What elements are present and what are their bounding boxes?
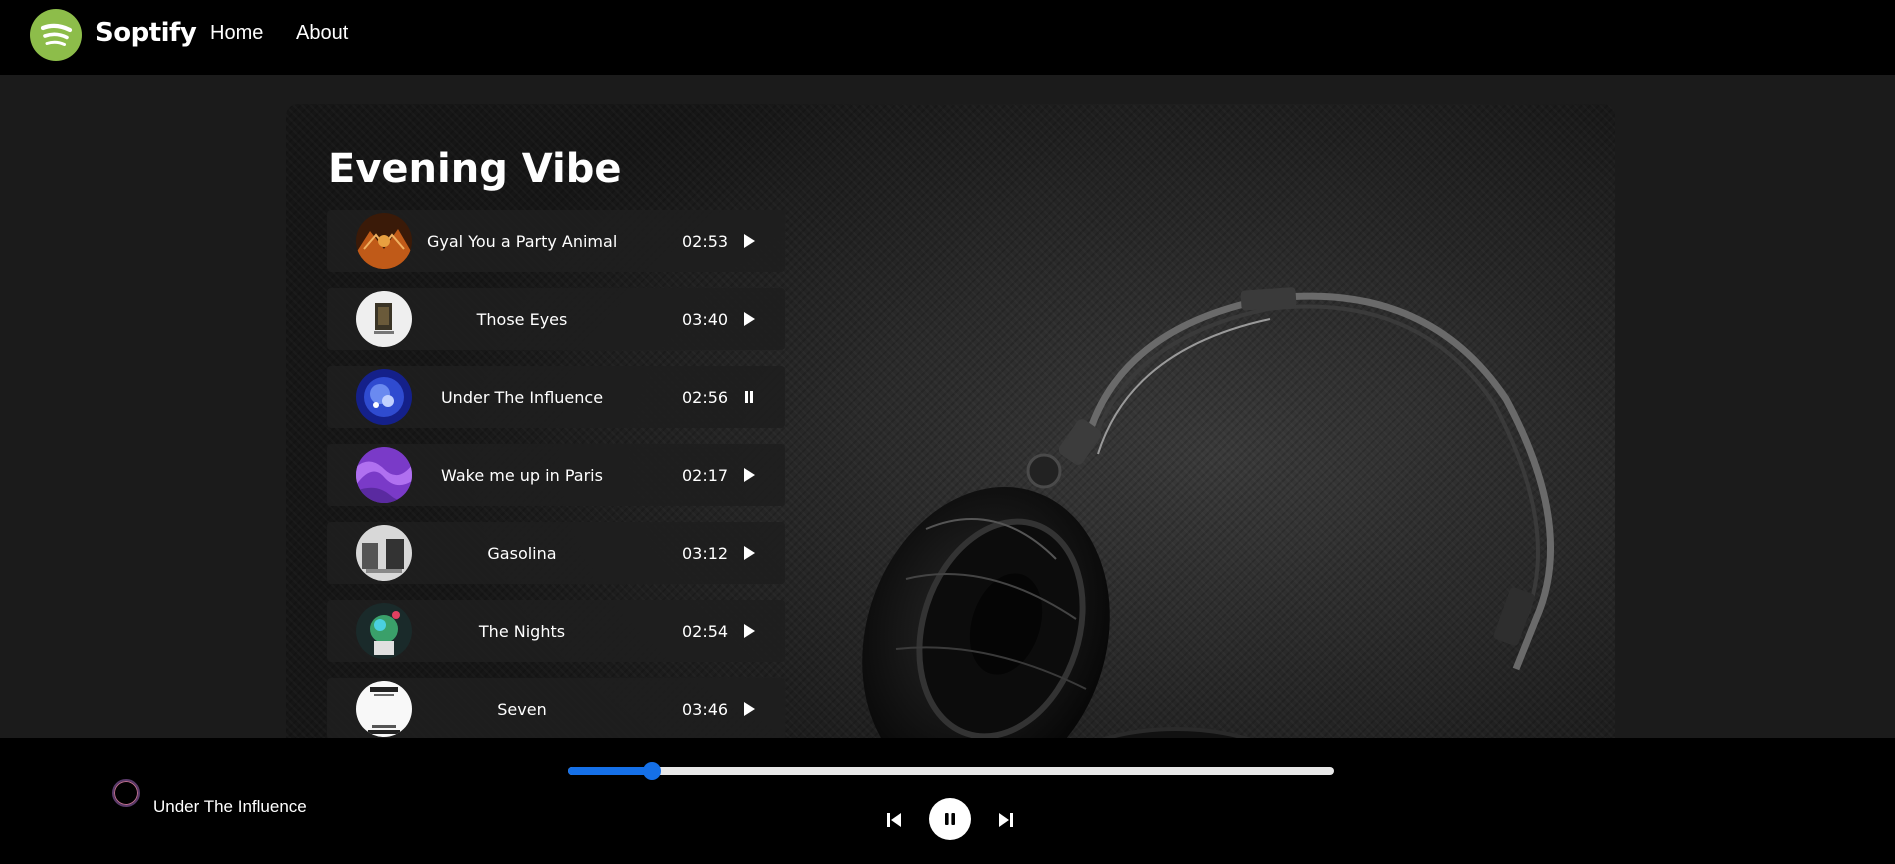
play-icon[interactable] (741, 233, 757, 249)
play-icon[interactable] (741, 311, 757, 327)
progress-thumb[interactable] (643, 762, 662, 780)
headphones-background-image (862, 287, 1555, 744)
play-icon[interactable] (741, 701, 757, 717)
album-cover-image (356, 681, 412, 737)
song-item[interactable]: Seven 03:46 (327, 678, 785, 740)
play-icon[interactable] (741, 545, 757, 561)
song-duration: 02:17 (682, 465, 729, 485)
song-duration: 02:56 (682, 387, 729, 407)
navbar: Soptify Home About (0, 0, 1895, 75)
play-icon[interactable] (741, 467, 757, 483)
skip-previous-icon[interactable] (884, 810, 904, 830)
song-title: Seven (497, 699, 547, 719)
pause-icon (945, 813, 955, 825)
song-item[interactable]: Wake me up in Paris 02:17 (327, 444, 785, 506)
song-title: The Nights (478, 621, 566, 641)
song-title: Under The Influence (440, 387, 604, 407)
album-cover-image (356, 603, 412, 659)
playlist-card: Evening Vibe Gyal You a Party Animal 02:… (286, 104, 1615, 744)
play-pause-button[interactable] (929, 798, 971, 840)
song-duration: 02:53 (682, 231, 729, 251)
nav-about-link[interactable]: About (296, 22, 348, 45)
song-title: Gasolina (487, 543, 557, 563)
brand-name[interactable]: Soptify (95, 18, 197, 48)
song-duration: 03:12 (682, 543, 729, 563)
song-duration: 03:46 (682, 699, 729, 719)
progress-bar[interactable] (568, 762, 1334, 780)
now-playing-title: Under The Influence (153, 797, 307, 816)
progress-fill (568, 767, 653, 775)
album-cover-image (356, 525, 412, 581)
player-bar: Under The Influence (0, 738, 1895, 864)
song-list: Gyal You a Party Animal 02:53 Those Eyes… (327, 210, 785, 744)
now-playing-indicator-icon (112, 779, 140, 807)
album-cover-image (356, 291, 412, 347)
song-item[interactable]: The Nights 02:54 (327, 600, 785, 662)
song-item[interactable]: Those Eyes 03:40 (327, 288, 785, 350)
album-cover-image (356, 369, 412, 425)
song-title: Gyal You a Party Animal (427, 231, 618, 251)
album-cover-image (356, 447, 412, 503)
play-icon[interactable] (741, 623, 757, 639)
album-cover-image (356, 213, 412, 269)
spotify-logo-icon[interactable] (30, 9, 82, 61)
song-duration: 02:54 (682, 621, 729, 641)
song-item[interactable]: Under The Influence 02:56 (327, 366, 785, 428)
song-duration: 03:40 (682, 309, 729, 329)
song-title: Those Eyes (476, 309, 568, 329)
skip-next-icon[interactable] (996, 810, 1016, 830)
song-title: Wake me up in Paris (441, 465, 603, 485)
nav-home-link[interactable]: Home (210, 22, 263, 45)
pause-icon[interactable] (741, 389, 757, 405)
song-item[interactable]: Gasolina 03:12 (327, 522, 785, 584)
song-item[interactable]: Gyal You a Party Animal 02:53 (327, 210, 785, 272)
playlist-title: Evening Vibe (328, 146, 622, 192)
